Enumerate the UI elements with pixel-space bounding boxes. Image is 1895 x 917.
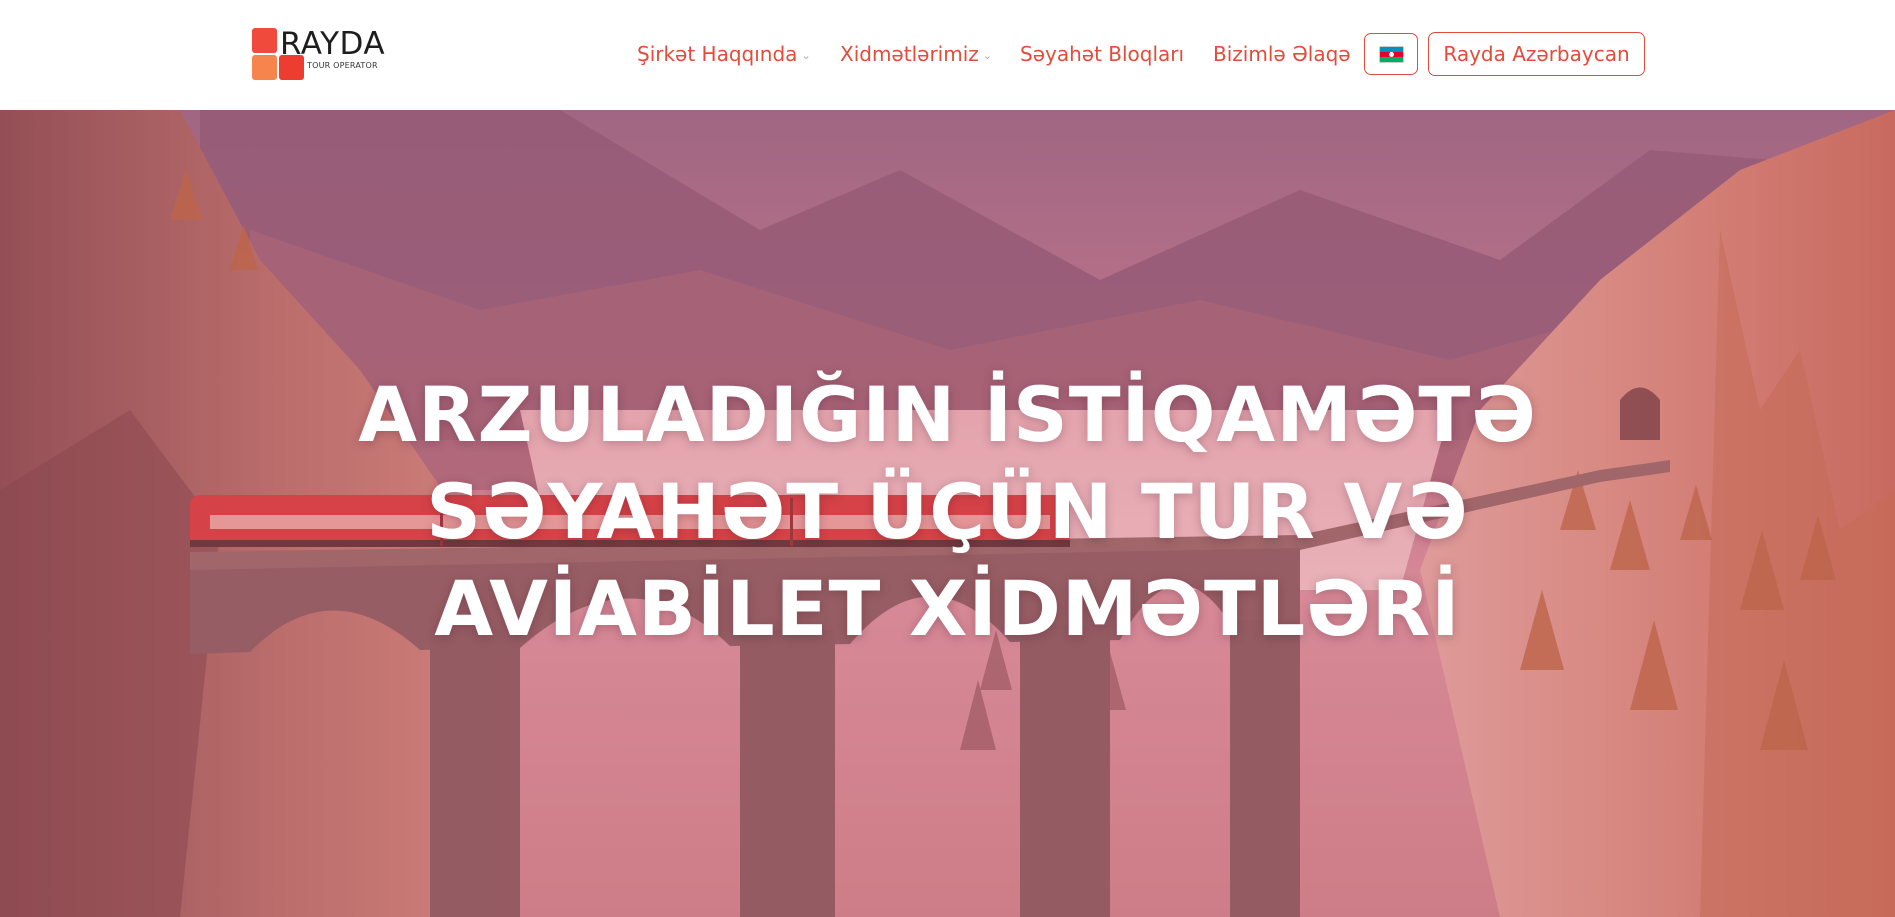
chevron-down-icon: ⌄ [801,48,811,62]
azerbaijan-flag-icon [1379,46,1403,62]
nav-item-about[interactable]: Şirkət Haqqında ⌄ [637,40,811,68]
nav-item-label: Səyahət Bloqları [1020,42,1185,66]
hero-title-line: AVİABİLET XİDMƏTLƏRİ [434,563,1461,653]
site-header: RAYDA TOUR OPERATOR Şirkət Haqqında ⌄ Xid… [0,0,1895,110]
nav-item-label: Xidmətlərimiz [840,42,979,66]
hero-title: ARZULADIĞIN İSTİQAMƏTƏ SƏYAHƏT ÜÇÜN TUR … [300,366,1595,657]
nav-item-label: Bizimlə Əlaqə [1213,42,1351,66]
logo-subtitle: TOUR OPERATOR [307,61,378,70]
nav-item-blogs[interactable]: Səyahət Bloqları [1020,40,1184,68]
hero-banner: ARZULADIĞIN İSTİQAMƏTƏ SƏYAHƏT ÜÇÜN TUR … [0,110,1895,917]
logo-wordmark: RAYDA [280,26,386,62]
hero-title-line: SƏYAHƏT ÜÇÜN TUR VƏ [426,466,1469,556]
language-switcher-button[interactable] [1364,33,1418,75]
rayda-azerbaijan-button[interactable]: Rayda Azərbaycan [1428,32,1645,76]
nav-item-services[interactable]: Xidmətlərimiz ⌄ [840,40,992,68]
nav-item-label: Şirkət Haqqında [637,42,798,66]
hero-title-line: ARZULADIĞIN İSTİQAMƏTƏ [358,369,1537,459]
nav-item-contact[interactable]: Bizimlə Əlaqə [1213,40,1351,68]
chevron-down-icon: ⌄ [982,48,992,62]
logo[interactable]: RAYDA TOUR OPERATOR [252,26,392,84]
